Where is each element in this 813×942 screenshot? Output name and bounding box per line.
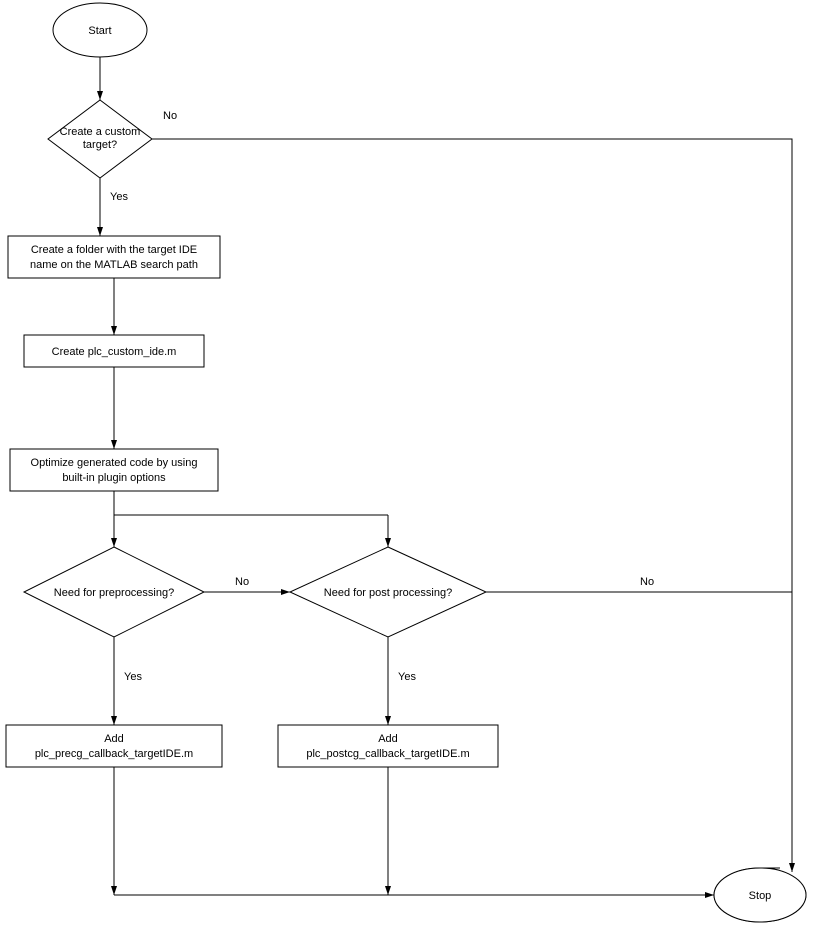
stop-label-redraw: Stop [749,890,772,902]
d3-no-label: No [640,576,654,588]
d1-label-line2: target? [83,139,117,151]
d2-yes-label: Yes [124,671,142,683]
p4-line1: Add [104,733,124,745]
p1-line1: Create a folder with the target IDE [31,244,197,256]
flowchart-canvas: Start Create a custom target? No Yes Cre… [0,0,813,942]
p2-label: Create plc_custom_ide.m [52,346,177,358]
p3-line1: Optimize generated code by using [31,457,198,469]
p1-line2: name on the MATLAB search path [30,259,198,271]
d1-no-label: No [163,110,177,122]
process-create-folder [8,236,220,278]
d3-label: Need for post processing? [324,587,452,599]
start-label: Start [88,25,111,37]
d2-label: Need for preprocessing? [54,587,174,599]
p4-line2: plc_precg_callback_targetIDE.m [35,748,193,760]
d2-no-label: No [235,576,249,588]
d1-yes-label: Yes [110,191,128,203]
p3-line2: built-in plugin options [62,472,166,484]
edge-d1-no [152,139,792,895]
d3-yes-label: Yes [398,671,416,683]
d1-label-line1: Create a custom [60,126,141,138]
process-optimize [10,449,218,491]
p5-line1: Add [378,733,398,745]
process-postcg [278,725,498,767]
process-precg [6,725,222,767]
p5-line2: plc_postcg_callback_targetIDE.m [306,748,469,760]
